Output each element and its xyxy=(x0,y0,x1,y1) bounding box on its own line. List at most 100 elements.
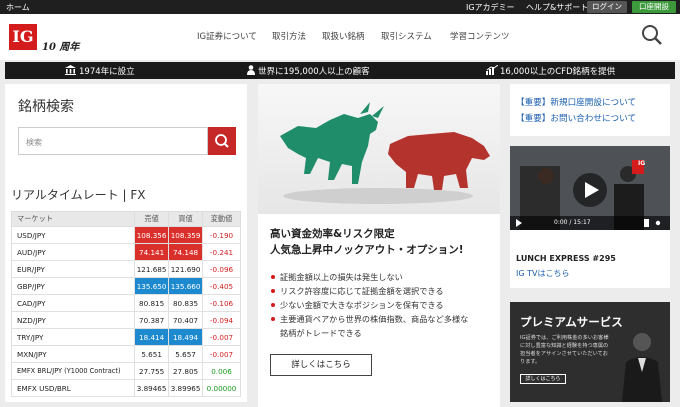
change-cell: -0.094 xyxy=(202,311,241,329)
table-row[interactable]: MXN/JPY 5.651 5.657 -0.007 xyxy=(10,345,241,363)
building-icon xyxy=(65,65,76,75)
list-item-continued: 銘柄がトレードできる xyxy=(280,328,362,338)
nav-about[interactable]: IG証券について xyxy=(197,30,257,42)
sell-cell[interactable]: 70.387 xyxy=(134,311,170,329)
pair-cell[interactable]: USD/JPY xyxy=(10,226,136,244)
sell-cell[interactable]: 5.651 xyxy=(134,345,170,363)
change-cell: -0.106 xyxy=(202,294,241,312)
notice-inquiry-link[interactable]: 【重要】お問い合わせについて xyxy=(516,112,636,124)
buy-cell[interactable]: 80.835 xyxy=(168,294,204,312)
video-player[interactable] xyxy=(510,146,670,230)
table-row[interactable]: GBP/JPY 135.650 135.660 -0.405 xyxy=(10,277,241,295)
list-item: 証拠金額以上の損失は発生しない xyxy=(270,270,468,284)
col-market: マーケット xyxy=(10,211,136,227)
buy-cell[interactable]: 135.660 xyxy=(168,277,204,295)
ig-tv-link[interactable]: IG TVはこちら xyxy=(516,268,569,279)
change-cell: -0.007 xyxy=(202,345,241,363)
buy-cell[interactable]: 3.89965 xyxy=(168,379,204,397)
table-row[interactable]: CAD/JPY 80.815 80.835 -0.106 xyxy=(10,294,241,312)
search-input[interactable]: 検索 xyxy=(18,127,208,155)
buy-cell[interactable]: 121.690 xyxy=(168,260,204,278)
search-icon xyxy=(215,134,229,148)
pair-cell[interactable]: AUD/JPY xyxy=(10,243,136,261)
pair-cell[interactable]: TRY/JPY xyxy=(10,328,136,346)
bull-bear-image xyxy=(258,84,500,214)
sell-cell[interactable]: 18.414 xyxy=(134,328,170,346)
sell-cell[interactable]: 108.356 xyxy=(134,226,170,244)
video-card: IG 0:00 / 15:17 LUNCH EXPRESS #295 IG TV… xyxy=(510,146,670,288)
change-cell: -0.096 xyxy=(202,260,241,278)
stats-bar: 1974年に設立 世界に195,000人以上の顧客 16,000以上のCFD銘柄… xyxy=(5,62,675,79)
help-link[interactable]: ヘルプ&サポート xyxy=(526,2,588,13)
rates-title: リアルタイムレート | FX xyxy=(11,188,146,202)
search-button[interactable] xyxy=(208,127,236,155)
sell-cell[interactable]: 27.755 xyxy=(134,362,170,380)
change-cell: -0.007 xyxy=(202,328,241,346)
buy-cell[interactable]: 74.148 xyxy=(168,243,204,261)
premium-card[interactable]: プレミアムサービス IG証券では、ご利用株金の多いお客様に対し豊富な知識と経験を… xyxy=(510,302,670,402)
col-change: 変動値 xyxy=(202,211,241,227)
pair-cell[interactable]: EUR/JPY xyxy=(10,260,136,278)
nav-learn[interactable]: 学習コンテンツ xyxy=(450,30,510,42)
premium-more-button[interactable]: 詳しくはこちら xyxy=(520,374,566,384)
col-sell: 売値 xyxy=(134,211,170,227)
header: IG 10 周年 IG証券について 取引方法 取扱い銘柄 取引システム 学習コン… xyxy=(0,14,680,60)
list-item: 主要通貨ペアから世界の株価指数、商品など多様な xyxy=(270,312,468,326)
buy-cell[interactable]: 18.494 xyxy=(168,328,204,346)
nav-products[interactable]: 取扱い銘柄 xyxy=(322,30,365,42)
table-row[interactable]: AUD/JPY 74.141 74.148 -0.241 xyxy=(10,243,241,261)
pair-cell[interactable]: EMFX USD/BRL xyxy=(10,379,136,397)
login-button[interactable]: ログイン xyxy=(587,1,627,13)
sell-cell[interactable]: 135.650 xyxy=(134,277,170,295)
home-link[interactable]: ホーム xyxy=(6,2,30,13)
nav-how-to-trade[interactable]: 取引方法 xyxy=(272,30,306,42)
buy-cell[interactable]: 108.359 xyxy=(168,226,204,244)
anniversary-label: 10 周年 xyxy=(42,42,80,53)
buy-cell[interactable]: 27.805 xyxy=(168,362,204,380)
premium-desc: IG証券では、ご利用株金の多いお客様に対し豊富な知識と経験を持つ専属の担当者をア… xyxy=(520,335,609,365)
promo-headline-line1: 高い資金効率&リスク限定 xyxy=(270,228,395,240)
change-cell: 0.00000 xyxy=(202,379,241,397)
search-title: 銘柄検索 xyxy=(18,99,74,115)
sell-cell[interactable]: 121.685 xyxy=(134,260,170,278)
promo-headline-line2: 人気急上昇中ノックアウト・オプション! xyxy=(270,244,464,256)
pair-cell[interactable]: MXN/JPY xyxy=(10,345,136,363)
promo-card: 高い資金効率&リスク限定 人気急上昇中ノックアウト・オプション! 証拠金額以上の… xyxy=(258,84,500,402)
pair-cell[interactable]: NZD/JPY xyxy=(10,311,136,329)
table-row[interactable]: EMFX BRL/JPY (Y1000 Contract) 27.755 27.80… xyxy=(10,362,241,380)
pair-cell[interactable]: CAD/JPY xyxy=(10,294,136,312)
notice-new-account-link[interactable]: 【重要】新規口座開設について xyxy=(516,96,636,108)
search-icon[interactable] xyxy=(641,24,663,46)
nav-platforms[interactable]: 取引システム xyxy=(381,30,432,42)
sell-cell[interactable]: 3.89465 xyxy=(134,379,170,397)
ig-logo[interactable]: IG xyxy=(9,24,37,50)
col-buy: 買値 xyxy=(168,211,204,227)
table-row[interactable]: EMFX USD/BRL 3.89465 3.89965 0.00000 xyxy=(10,379,241,397)
promo-bullets: 証拠金額以上の損失は発生しない リスク許容度に応じて証拠金額を選択できる 少ない… xyxy=(270,270,468,340)
list-item: リスク許容度に応じて証拠金額を選択できる xyxy=(270,284,468,298)
sell-cell[interactable]: 80.815 xyxy=(134,294,170,312)
pair-cell[interactable]: GBP/JPY xyxy=(10,277,136,295)
chart-icon xyxy=(486,65,498,75)
promo-more-button[interactable]: 詳しくはこちら xyxy=(270,354,372,376)
video-title[interactable]: LUNCH EXPRESS #295 xyxy=(516,254,616,263)
pair-cell[interactable]: EMFX BRL/JPY (Y1000 Contract) xyxy=(10,362,136,380)
notices-box: 【重要】新規口座開設について 【重要】お問い合わせについて xyxy=(510,84,670,136)
person-icon xyxy=(247,65,255,75)
buy-cell[interactable]: 5.657 xyxy=(168,345,204,363)
stat-clients: 世界に195,000人以上の顧客 xyxy=(258,67,370,77)
table-row[interactable]: USD/JPY 108.356 108.359 -0.190 xyxy=(10,226,241,244)
table-row[interactable]: EUR/JPY 121.685 121.690 -0.096 xyxy=(10,260,241,278)
buy-cell[interactable]: 70.407 xyxy=(168,311,204,329)
change-cell: -0.405 xyxy=(202,277,241,295)
change-cell: 0.006 xyxy=(202,362,241,380)
list-item: 少ない金額で大きなポジションを保有できる xyxy=(270,298,468,312)
stat-founded: 1974年に設立 xyxy=(79,67,135,77)
change-cell: -0.190 xyxy=(202,226,241,244)
academy-link[interactable]: IGアカデミー xyxy=(466,2,515,13)
stat-products: 16,000以上のCFD銘柄を提供 xyxy=(500,67,616,77)
open-account-button[interactable]: 口座開設 xyxy=(632,1,676,13)
table-row[interactable]: TRY/JPY 18.414 18.494 -0.007 xyxy=(10,328,241,346)
sell-cell[interactable]: 74.141 xyxy=(134,243,170,261)
table-row[interactable]: NZD/JPY 70.387 70.407 -0.094 xyxy=(10,311,241,329)
